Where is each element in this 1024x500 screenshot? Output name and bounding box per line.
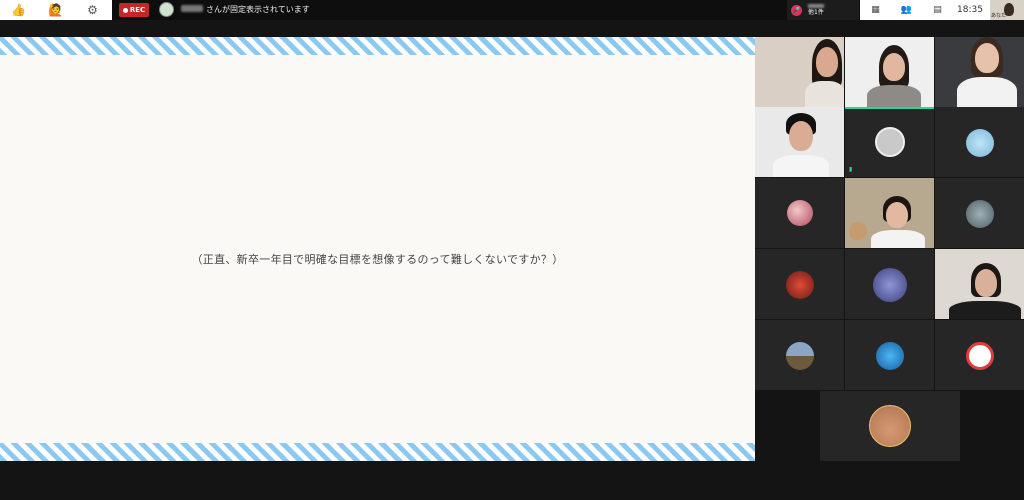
participant-tile[interactable] bbox=[845, 249, 934, 319]
participant-avatar bbox=[869, 405, 911, 447]
meeting-controls: ▦ 👥 ▤ 18:35 bbox=[860, 0, 990, 20]
participant-video-tile[interactable] bbox=[845, 37, 934, 107]
participant-video-tile[interactable] bbox=[845, 178, 934, 248]
participant-video-tile[interactable] bbox=[935, 249, 1024, 319]
record-dot-icon bbox=[122, 7, 128, 13]
participant-avatar bbox=[786, 271, 814, 299]
clock: 18:35 bbox=[957, 5, 983, 15]
pinned-message: さんが固定表示されています bbox=[206, 5, 310, 14]
participant-tile[interactable] bbox=[935, 107, 1024, 177]
participant-avatar bbox=[786, 342, 814, 370]
raise-hand-icon[interactable]: 🙋 bbox=[37, 0, 74, 20]
participant-tile[interactable] bbox=[820, 391, 960, 461]
mic-icon: 🎤 bbox=[791, 4, 802, 16]
participant-tile-active-speaker[interactable]: ▮ bbox=[845, 107, 934, 177]
speaking-icon: ▮ bbox=[849, 166, 853, 173]
participant-avatar bbox=[966, 129, 994, 157]
participants-icon[interactable]: 👥 bbox=[891, 5, 922, 15]
thumbs-up-icon[interactable]: 👍 bbox=[0, 0, 37, 20]
slide-text: （正直、新卒一年目で明確な目標を想像するのって難しくないですか？） bbox=[191, 253, 564, 266]
participant-video-tile[interactable] bbox=[755, 107, 844, 177]
speaker-name-blurred bbox=[808, 4, 824, 8]
participant-avatar bbox=[966, 342, 994, 370]
participant-avatar bbox=[875, 127, 905, 157]
pinned-user-avatar bbox=[159, 2, 174, 17]
reaction-panel: 👍 🙋 ⚙ bbox=[0, 0, 112, 20]
slide-stripe-bottom bbox=[0, 443, 755, 461]
participant-tile[interactable] bbox=[755, 320, 844, 390]
gear-icon[interactable]: ⚙ bbox=[74, 0, 111, 20]
participant-tile[interactable] bbox=[935, 178, 1024, 248]
self-label: あなた bbox=[991, 13, 1007, 19]
slide-stripe-top bbox=[0, 37, 755, 55]
chat-icon[interactable]: ▤ bbox=[922, 5, 953, 15]
participant-tile[interactable] bbox=[755, 178, 844, 248]
pinned-user-name-blurred bbox=[181, 5, 203, 12]
speaking-indicator[interactable]: 🎤 他1件 bbox=[787, 0, 859, 20]
participant-tile[interactable] bbox=[755, 249, 844, 319]
participant-avatar bbox=[876, 342, 904, 370]
participant-video-tile[interactable] bbox=[935, 37, 1024, 107]
self-view-tile[interactable]: あなた bbox=[990, 0, 1024, 20]
grid-view-icon[interactable]: ▦ bbox=[860, 5, 891, 15]
presentation-slide: （正直、新卒一年目で明確な目標を想像するのって難しくないですか？） bbox=[0, 37, 755, 461]
participant-avatar bbox=[873, 268, 907, 302]
participant-avatar bbox=[787, 200, 813, 226]
rec-label: REC bbox=[129, 6, 146, 14]
recording-badge: REC bbox=[119, 3, 149, 17]
participant-tile[interactable] bbox=[845, 320, 934, 390]
speaker-count-label: 他1件 bbox=[808, 9, 824, 16]
participant-avatar bbox=[966, 200, 994, 228]
participant-tile[interactable] bbox=[935, 320, 1024, 390]
participant-video-tile[interactable] bbox=[755, 37, 844, 107]
